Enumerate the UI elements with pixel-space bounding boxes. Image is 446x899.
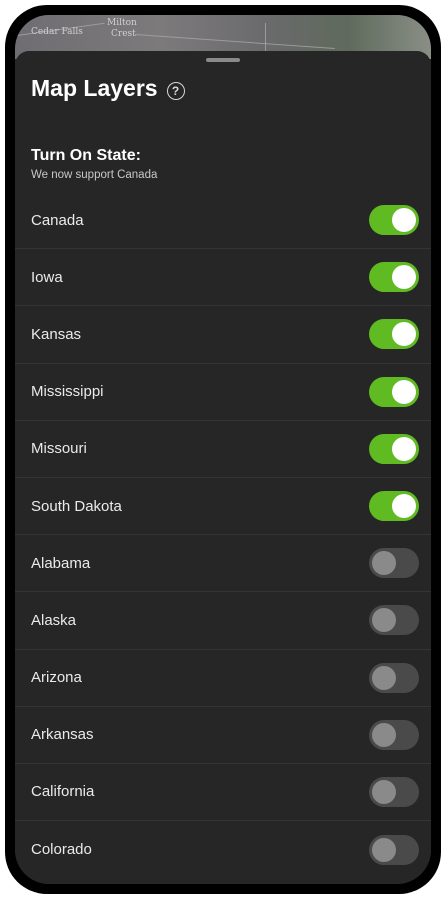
toggle-knob [392, 436, 416, 461]
state-label: Kansas [31, 325, 82, 343]
state-toggle[interactable] [369, 205, 419, 236]
state-toggle[interactable] [369, 319, 419, 350]
list-item: California [15, 764, 431, 822]
map-label-center-top: Milton [107, 18, 137, 28]
state-toggle[interactable] [369, 719, 419, 750]
state-toggle[interactable] [369, 548, 419, 579]
state-list: Canada Iowa Kansas Mississippi Missouri South… [15, 192, 431, 878]
state-toggle[interactable] [369, 491, 419, 522]
state-label: Arizona [31, 669, 82, 687]
map-label-left: Cedar Falls [31, 27, 83, 37]
state-label: Colorado [31, 841, 92, 859]
state-label: South Dakota [31, 497, 122, 515]
sheet-grabber-handle[interactable] [206, 58, 240, 62]
list-item: Mississippi [15, 364, 431, 421]
state-label: Alaska [31, 611, 77, 629]
toggle-knob [372, 551, 396, 576]
state-toggle[interactable] [369, 662, 419, 693]
list-item: Canada [15, 192, 431, 250]
list-item: Kansas [15, 306, 431, 364]
section-title: Turn On State: [31, 147, 141, 164]
toggle-knob [372, 837, 396, 862]
list-item: South Dakota [15, 478, 431, 536]
toggle-knob [392, 379, 416, 404]
state-toggle[interactable] [369, 834, 419, 865]
map-label-center-bottom: Crest [111, 29, 136, 39]
toggle-knob [372, 779, 396, 804]
state-toggle[interactable] [369, 433, 419, 464]
toggle-knob [372, 665, 396, 690]
phone-frame: Cedar Falls Milton Crest Map Layers ? Tu… [5, 5, 441, 894]
state-label: Alabama [31, 554, 91, 572]
state-label: Iowa [31, 268, 63, 286]
map-road [135, 34, 335, 49]
toggle-knob [392, 322, 416, 347]
state-label: Canada [31, 211, 84, 229]
question-circle-icon[interactable]: ? [166, 81, 185, 100]
toggle-knob [392, 265, 416, 290]
list-item: Missouri [15, 421, 431, 478]
state-label: Mississippi [31, 383, 104, 401]
list-item: Arkansas [15, 707, 431, 764]
screen: Cedar Falls Milton Crest Map Layers ? Tu… [15, 15, 431, 884]
list-item: Arizona [15, 650, 431, 707]
toggle-knob [372, 608, 396, 633]
list-item: Alabama [15, 535, 431, 593]
toggle-knob [372, 722, 396, 747]
map-layers-sheet: Map Layers ? Turn On State: We now suppo… [15, 51, 431, 884]
state-label: California [31, 783, 95, 801]
state-toggle[interactable] [369, 776, 419, 807]
section-subtitle: We now support Canada [31, 169, 158, 181]
list-item: Colorado [15, 821, 431, 878]
toggle-knob [392, 208, 416, 233]
state-toggle[interactable] [369, 376, 419, 407]
state-toggle[interactable] [369, 605, 419, 636]
list-item: Iowa [15, 249, 431, 307]
toggle-knob [392, 494, 416, 519]
page-title: Map Layers [31, 75, 158, 101]
header: Map Layers ? [31, 75, 185, 102]
list-item: Alaska [15, 592, 431, 650]
state-label: Missouri [31, 440, 87, 458]
state-toggle[interactable] [369, 262, 419, 293]
state-label: Arkansas [31, 726, 94, 744]
